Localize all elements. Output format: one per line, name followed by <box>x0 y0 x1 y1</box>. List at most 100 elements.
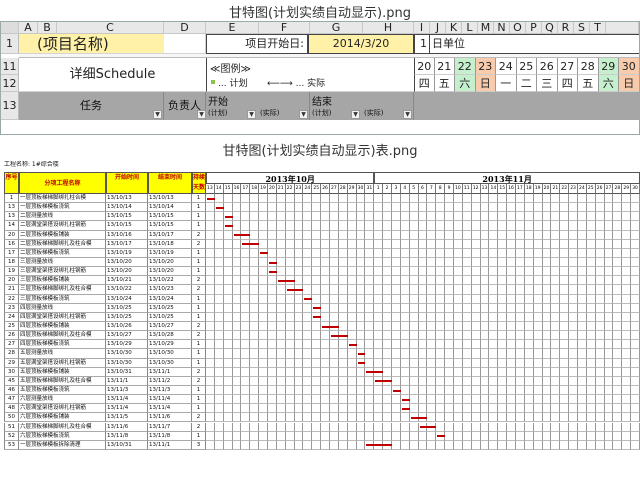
start-date-cell[interactable]: 2014/3/20 <box>308 34 414 54</box>
weekday-cell[interactable]: 日 <box>619 75 639 92</box>
filter-dropdown-icon[interactable]: ▼ <box>403 110 412 119</box>
column-header[interactable]: G <box>310 22 363 34</box>
gantt-bar[interactable] <box>224 224 233 227</box>
row-number[interactable]: 13 <box>1 92 19 120</box>
gantt-bar[interactable] <box>375 380 392 383</box>
day-number-cell[interactable]: 28 <box>578 58 599 75</box>
gantt-bar[interactable] <box>269 270 277 273</box>
day-number-cell[interactable]: 21 <box>434 58 455 75</box>
column-header[interactable]: D <box>164 22 206 34</box>
gantt-bar[interactable] <box>286 288 304 291</box>
unit-value-cell[interactable]: 1 <box>414 34 430 54</box>
row-no: 52 <box>4 431 19 441</box>
column-header[interactable]: T <box>590 22 606 34</box>
day-number-cell[interactable]: 22 <box>455 58 476 75</box>
gantt-bar[interactable] <box>410 416 428 419</box>
grid-cell <box>462 349 472 359</box>
column-header[interactable]: P <box>526 22 542 34</box>
filter-dropdown-icon[interactable]: ▼ <box>351 110 360 119</box>
filter-dropdown-icon[interactable]: ▼ <box>197 110 206 119</box>
gantt-bar[interactable] <box>401 407 410 410</box>
weekday-cell[interactable]: 六 <box>455 75 476 92</box>
gantt-bar[interactable] <box>322 325 339 328</box>
grid-cell <box>631 349 640 359</box>
weekday-cell[interactable]: 三 <box>537 75 558 92</box>
weekday-cell[interactable]: 四 <box>414 75 435 92</box>
grid-cell <box>631 340 640 350</box>
column-header[interactable]: F <box>259 22 310 34</box>
grid-cell <box>516 303 525 313</box>
gantt-bar[interactable] <box>215 206 224 209</box>
gantt-bar[interactable] <box>348 343 357 346</box>
gantt-bar[interactable] <box>313 316 322 319</box>
gantt-bar[interactable] <box>207 197 215 200</box>
day-number-cell[interactable]: 23 <box>475 58 496 75</box>
gantt-bar[interactable] <box>277 279 295 282</box>
day-number-cell[interactable]: 29 <box>598 58 619 75</box>
grid-cell <box>498 422 508 432</box>
column-header[interactable]: N <box>494 22 510 34</box>
gantt-bar[interactable] <box>437 435 446 438</box>
row-number[interactable]: 1 <box>1 34 19 54</box>
gantt-bar[interactable] <box>269 261 277 264</box>
legend-title: ≪图例≫ <box>210 64 251 75</box>
day-number-cell[interactable]: 20 <box>414 58 435 75</box>
column-header[interactable]: S <box>574 22 590 34</box>
column-header[interactable]: Q <box>542 22 558 34</box>
column-header[interactable]: K <box>446 22 462 34</box>
select-all-corner[interactable] <box>1 22 19 34</box>
column-header[interactable]: E <box>206 22 259 34</box>
grid-cell <box>383 312 392 322</box>
weekday-cell[interactable]: 一 <box>496 75 517 92</box>
column-header[interactable]: I <box>414 22 430 34</box>
weekday-cell[interactable]: 四 <box>557 75 578 92</box>
grid-cell <box>356 385 366 396</box>
gantt-bar[interactable] <box>304 298 313 301</box>
column-header[interactable]: B <box>38 22 57 34</box>
weekday-cell[interactable]: 五 <box>578 75 599 92</box>
day-header: 16 <box>232 184 242 194</box>
grid-cell <box>454 239 463 249</box>
column-header[interactable]: C <box>57 22 164 34</box>
gantt-bar[interactable] <box>393 389 401 392</box>
grid-cell <box>551 221 561 231</box>
filter-dropdown-icon[interactable]: ▼ <box>153 110 162 119</box>
gantt-bar[interactable] <box>366 444 392 447</box>
column-header[interactable]: O <box>510 22 526 34</box>
day-number-cell[interactable]: 26 <box>537 58 558 75</box>
filter-dropdown-icon[interactable]: ▼ <box>247 110 256 119</box>
gantt-bar[interactable] <box>313 307 322 310</box>
grid-cell <box>374 413 384 423</box>
weekday-cell[interactable]: 五 <box>434 75 455 92</box>
column-header[interactable]: H <box>363 22 414 34</box>
gantt-bar[interactable] <box>233 234 251 237</box>
column-header[interactable]: L <box>462 22 478 34</box>
weekday-cell[interactable]: 日 <box>475 75 496 92</box>
gantt-bar[interactable] <box>366 371 384 374</box>
grid-cell <box>454 212 463 222</box>
project-name-cell[interactable]: (项目名称) <box>19 34 164 54</box>
gantt-bar[interactable] <box>331 334 348 337</box>
gantt-bar[interactable] <box>357 362 366 365</box>
gantt-bar[interactable] <box>401 398 410 401</box>
filter-dropdown-icon[interactable]: ▼ <box>299 110 308 119</box>
weekday-cell[interactable]: 六 <box>598 75 619 92</box>
column-header[interactable]: A <box>19 22 38 34</box>
row-task-name: 四层顶板梯模板铺装 <box>19 321 106 332</box>
column-header[interactable]: J <box>430 22 446 34</box>
weekday-cell[interactable]: 二 <box>516 75 537 92</box>
day-number-cell[interactable]: 30 <box>619 58 639 75</box>
row-number[interactable]: 12 <box>1 75 19 92</box>
gantt-bar[interactable] <box>224 215 233 218</box>
gantt-bar[interactable] <box>419 426 437 429</box>
empty-cell[interactable] <box>164 34 206 54</box>
gantt-bar[interactable] <box>260 252 268 255</box>
day-number-cell[interactable]: 25 <box>516 58 537 75</box>
day-number-cell[interactable]: 24 <box>496 58 517 75</box>
gantt-bar[interactable] <box>357 352 366 355</box>
row-number[interactable]: 11 <box>1 58 19 75</box>
day-number-cell[interactable]: 27 <box>557 58 578 75</box>
gantt-bar[interactable] <box>242 243 260 246</box>
column-header[interactable]: R <box>558 22 574 34</box>
column-header[interactable]: M <box>478 22 494 34</box>
